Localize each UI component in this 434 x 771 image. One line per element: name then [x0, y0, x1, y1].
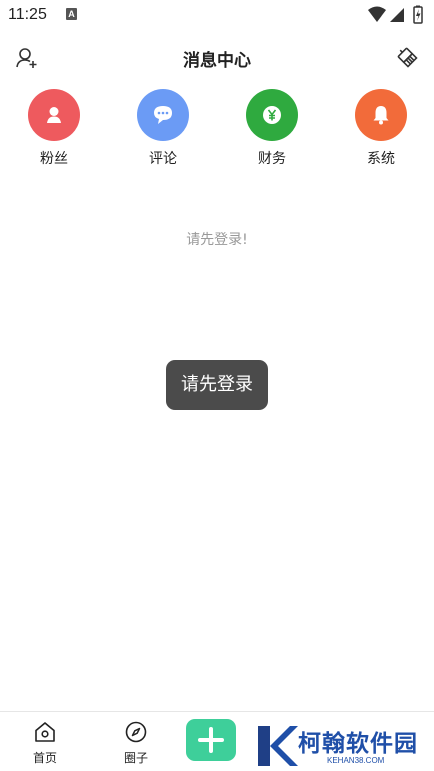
- toast-message: 请先登录: [166, 360, 268, 410]
- home-icon: [35, 722, 55, 742]
- status-time: 11:25: [8, 6, 47, 23]
- watermark: 柯翰软件园 KEHAN38.COM: [252, 720, 434, 771]
- header: 消息中心: [0, 40, 434, 76]
- nav-label: 圈子: [123, 751, 148, 765]
- battery-icon: [413, 5, 423, 24]
- login-prompt-text: 请先登录!: [186, 232, 248, 248]
- status-bar: 11:25 A: [0, 0, 434, 30]
- publish-plus-button[interactable]: [186, 719, 236, 761]
- comments-icon-circle: [137, 89, 189, 141]
- user-icon: [47, 107, 61, 123]
- plus-icon: [198, 727, 224, 753]
- nav-circle[interactable]: 圈子: [111, 720, 161, 766]
- clear-brush-icon[interactable]: [396, 46, 420, 70]
- wifi-icon: [368, 6, 386, 22]
- status-indicator: A: [66, 8, 77, 20]
- watermark-logo: [258, 726, 298, 766]
- page-title: 消息中心: [183, 51, 251, 71]
- nav-label: 首页: [32, 751, 57, 765]
- yen-coin-icon: [263, 106, 281, 124]
- watermark-subtext: KEHAN38.COM: [327, 756, 385, 765]
- category-comments[interactable]: 评论: [133, 89, 193, 168]
- compass-icon: [125, 721, 147, 743]
- category-fans[interactable]: 粉丝: [24, 89, 84, 168]
- signal-icon: [390, 8, 404, 22]
- system-icon-circle: [355, 89, 407, 141]
- nav-home[interactable]: 首页: [20, 720, 70, 766]
- category-system[interactable]: 系统: [351, 89, 411, 168]
- chat-bubble-icon: [154, 106, 172, 124]
- status-icons: [368, 5, 423, 24]
- category-finance[interactable]: 财务: [242, 89, 302, 168]
- watermark-text: 柯翰软件园: [298, 731, 418, 757]
- category-label: 系统: [367, 151, 395, 167]
- bell-icon: [373, 106, 389, 125]
- category-label: 财务: [258, 151, 286, 167]
- category-label: 粉丝: [40, 151, 68, 167]
- category-label: 评论: [149, 151, 177, 167]
- fans-icon-circle: [28, 89, 80, 141]
- finance-icon-circle: [246, 89, 298, 141]
